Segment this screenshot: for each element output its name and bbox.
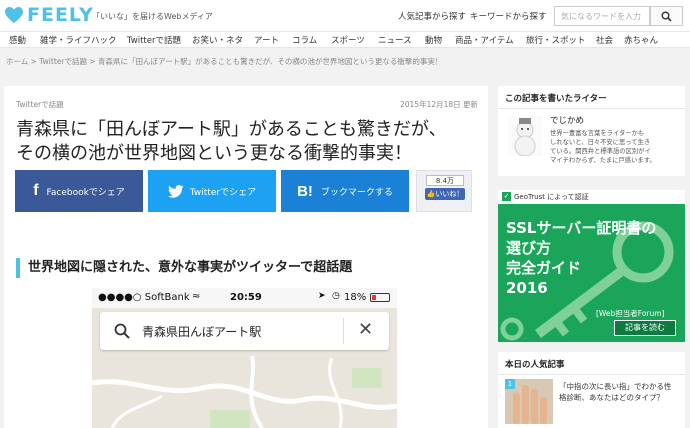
- facebook-share-button[interactable]: f Facebookでシェア: [15, 170, 143, 212]
- popular-item[interactable]: 1 「中指の次に長い指」でわかる性 格診断、あなたはどのタイプ？: [505, 379, 681, 424]
- location-arrow-icon: ➤: [318, 291, 326, 301]
- logo-text: FEELY: [27, 4, 94, 26]
- site-tagline: 「いいな」を届けるWebメディア: [92, 12, 213, 21]
- wifi-icon: ≈: [192, 291, 201, 302]
- ad-headline-line: 完全ガイド: [506, 259, 582, 277]
- author-name[interactable]: でじかめ: [550, 114, 584, 126]
- ad-headline-line: 選び方: [506, 239, 552, 257]
- ad-banner[interactable]: ✓ GeoTrust によって認証 SSLサーバー証明書の 選び方 完全ガイド …: [498, 190, 685, 342]
- like-count: 8.4万: [426, 175, 464, 186]
- popular-divider: [498, 374, 685, 375]
- battery-icon: [370, 293, 390, 302]
- nav-item-products[interactable]: 商品・アイテム: [455, 34, 514, 46]
- site-header: FEELY 「いいな」を届けるWebメディア 人気記事から探す キーワードから探…: [0, 0, 690, 31]
- ad-cta-button[interactable]: 記事を読む: [614, 320, 676, 336]
- like-button[interactable]: 👍いいね！: [425, 188, 465, 200]
- nav-item-animals[interactable]: 動物: [425, 34, 442, 46]
- twitter-share-label: Twitterでシェア: [189, 187, 257, 198]
- nav-item-lifehack[interactable]: 雑学・ライフハック: [40, 34, 117, 46]
- geotrust-badge: ✓ GeoTrust によって認証: [498, 190, 685, 204]
- site-logo[interactable]: FEELY: [4, 4, 94, 26]
- article-date: 2015年12月18日 更新: [400, 100, 479, 109]
- twitter-bird-icon: [167, 184, 184, 198]
- popular-title: 本日の人気記事: [505, 360, 565, 370]
- category-nav: 感動 雑学・ライフハック Twitterで話題 お笑い・ネタ アート コラム ス…: [0, 31, 690, 48]
- breadcrumb[interactable]: ホーム > Twitterで話題 > 青森県に「田んぼアート駅」があることも驚き…: [6, 56, 442, 67]
- author-bio-line: 世界一豊富な言葉をライターかも: [550, 130, 645, 137]
- ad-headline: SSLサーバー証明書の 選び方 完全ガイド 2016: [506, 218, 656, 298]
- map-background: [92, 288, 397, 428]
- geotrust-label: GeoTrust によって認証: [514, 193, 589, 201]
- twitter-share-button[interactable]: Twitterでシェア: [148, 170, 276, 212]
- search-input[interactable]: 気になるワードを入力: [554, 6, 650, 26]
- heart-logo-icon: [5, 7, 23, 23]
- author-bio-line: マイチわからず、たまに戸惑います。: [550, 157, 656, 164]
- nav-item-column[interactable]: コラム: [292, 34, 317, 46]
- phone-search-query: 青森県田んぼアート駅: [142, 325, 262, 339]
- article-title-line1: 青森県に「田んぼアート駅」があることも驚きだが、: [16, 119, 447, 140]
- nav-item-society[interactable]: 社会: [596, 34, 613, 46]
- rank-badge: 1: [505, 379, 515, 389]
- hatena-b-icon: B!: [297, 182, 313, 200]
- nav-item-art[interactable]: アート: [254, 34, 279, 46]
- nav-item-kandou[interactable]: 感動: [9, 34, 26, 46]
- carrier-label: ●●●●○ SoftBank: [98, 292, 190, 303]
- article-title-line2: その横の池が世界地図という更なる衝撃的事実！: [16, 143, 412, 164]
- phone-search-bar: 青森県田んぼアート駅 ✕: [100, 312, 389, 350]
- search-button[interactable]: [650, 6, 683, 26]
- alarm-icon: ◷: [332, 291, 340, 301]
- phone-search-icon: [114, 323, 130, 339]
- divider: [343, 318, 344, 344]
- author-box: この記事を書いたライター でじかめ 世界一豊富な言葉をライターかも しれないと、…: [498, 86, 685, 176]
- hatena-bookmark-button[interactable]: B! ブックマークする: [281, 170, 409, 212]
- nav-item-owarai[interactable]: お笑い・ネタ: [192, 34, 243, 46]
- nav-item-twitter[interactable]: Twitterで話題: [127, 34, 181, 46]
- search-icon: [661, 11, 672, 22]
- ad-cta-label: 記事を読む: [625, 323, 665, 332]
- time-label: 20:59: [230, 292, 262, 303]
- article-card: Twitterで話題 2015年12月18日 更新 青森県に「田んぼアート駅」が…: [4, 86, 488, 428]
- ad-headline-line: SSLサーバー証明書の: [506, 219, 657, 237]
- check-icon: ✓: [502, 192, 511, 201]
- ad-headline-line: 2016: [506, 279, 548, 297]
- facebook-icon: f: [33, 182, 39, 199]
- facebook-like-widget: 8.4万 👍いいね！: [416, 170, 472, 212]
- author-divider: [498, 108, 685, 109]
- nav-item-baby[interactable]: 赤ちゃん: [624, 34, 658, 46]
- snowman-avatar-image: [508, 116, 542, 156]
- article-category[interactable]: Twitterで話題: [16, 99, 64, 110]
- author-box-title: この記事を書いたライター: [505, 94, 607, 104]
- section-heading: 世界地図に隠された、意外な事実がツイッターで超話題: [16, 258, 352, 278]
- keyword-search-link[interactable]: キーワードから探す: [470, 10, 547, 22]
- hatena-share-label: ブックマークする: [320, 187, 393, 198]
- nav-item-travel[interactable]: 旅行・スポット: [526, 34, 586, 46]
- author-bio: 世界一豊富な言葉をライターかも しれないと、日々不安に思って生き ている。関西弁…: [550, 129, 682, 165]
- phone-screenshot: ●●●●○ SoftBank ≈ 20:59 ➤ ◷ 18% 青森県田んぼアート…: [92, 288, 397, 428]
- popular-thumbnail: 1: [505, 379, 553, 424]
- popular-item-line: 格診断、あなたはどのタイプ？: [559, 393, 664, 402]
- author-bio-line: しれないと、日々不安に思って生き: [550, 139, 651, 146]
- phone-status-bar: ●●●●○ SoftBank ≈ 20:59 ➤ ◷ 18%: [92, 288, 397, 308]
- popular-item-text: 「中指の次に長い指」でわかる性 格診断、あなたはどのタイプ？: [559, 381, 681, 403]
- popular-articles-box: 本日の人気記事 1 「中指の次に長い指」でわかる性 格診断、あなたはどのタイプ？: [498, 352, 685, 428]
- article-title: 青森県に「田んぼアート駅」があることも驚きだが、 その横の池が世界地図という更な…: [16, 118, 476, 166]
- avatar[interactable]: [508, 116, 542, 156]
- author-bio-line: ている。関西弁と標準語の区別がイ: [550, 148, 651, 155]
- popular-articles-link[interactable]: 人気記事から探す: [398, 10, 466, 22]
- nav-item-sports[interactable]: スポーツ: [331, 34, 365, 46]
- close-icon: ✕: [358, 319, 374, 340]
- battery-percent: 18%: [344, 292, 367, 303]
- facebook-share-label: Facebookでシェア: [46, 187, 125, 198]
- ad-source: [Web担当者Forum]: [596, 309, 665, 318]
- like-label: いいね！: [435, 190, 464, 198]
- popular-item-line: 「中指の次に長い指」でわかる性: [559, 382, 672, 391]
- nav-item-news[interactable]: ニュース: [378, 34, 412, 46]
